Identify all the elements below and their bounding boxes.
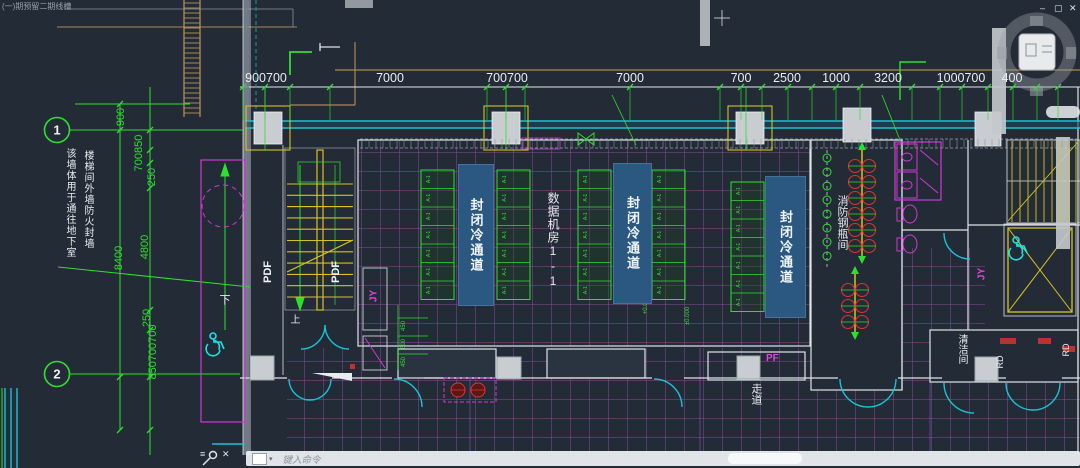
dim-top: 3200: [874, 71, 902, 85]
dim-top: 400: [1002, 71, 1023, 85]
rack-cell-label: A-1: [657, 194, 663, 202]
rack-cell-label: A-1: [657, 175, 663, 183]
dim-top: 700700: [486, 71, 528, 85]
rack-cell-label: A-1: [657, 286, 663, 294]
wall-note-line1: 该墙体用于通往地下室: [62, 148, 77, 258]
dim-left: 700850: [133, 135, 145, 172]
cold-aisle-banner: 封闭冷通道: [765, 176, 806, 318]
rack-cell-label: A-1: [502, 249, 508, 257]
dim-top: 2500: [773, 71, 801, 85]
drawing-canvas: A-1 A-1 A-1 A-1 A-1 A-1 A-1 A-1 A-1 A-1 A-1 A-1 A-1 A…: [0, 0, 1080, 468]
cold-aisle-label: 封闭冷通道: [467, 198, 486, 273]
rack-cell-label: A-1: [426, 231, 432, 239]
dim-top: 900700: [245, 71, 287, 85]
rack-cell-label: A-1: [502, 231, 508, 239]
rack-cell-label: A-1: [736, 243, 742, 251]
down-label: 下: [216, 294, 232, 305]
rack-cell-label: A-1: [426, 286, 432, 294]
rack-cell-label: A-1: [502, 268, 508, 276]
dim-small: 450: [401, 357, 407, 367]
clean-room-label: 清洁间: [954, 334, 969, 364]
rack-cell-label: A-1: [426, 249, 432, 257]
restore-button[interactable]: ▢: [1054, 3, 1063, 14]
command-close-icon[interactable]: ✕: [222, 450, 230, 459]
grid-bubble-1: 1: [53, 123, 60, 138]
cold-aisle-banner: 封闭冷通道: [613, 163, 652, 304]
rack-cell-label: A-1: [502, 212, 508, 220]
command-bar-highlight: [728, 453, 802, 464]
rack-cell-label: A-1: [736, 280, 742, 288]
dim-small: 600: [401, 339, 407, 349]
dim-left: 8400: [113, 246, 125, 270]
dim-top: 700: [731, 71, 752, 85]
rack-cell-label: A-1: [736, 224, 742, 232]
rack-cell-label: A-1: [583, 194, 589, 202]
level-marker: ±0.000: [685, 307, 691, 325]
rack-cell-label: A-1: [502, 175, 508, 183]
curtain-wall: [245, 0, 1080, 128]
cold-aisle-label: 封闭冷通道: [776, 210, 795, 285]
jy-tag: JY: [977, 268, 988, 280]
rack-cell-label: A-1: [426, 194, 432, 202]
rack-cell-label: A-1: [736, 206, 742, 214]
dim-left: 4800: [139, 235, 151, 259]
rack-cell-label: A-1: [583, 286, 589, 294]
cold-aisle-banner: 封闭冷通道: [458, 164, 494, 306]
dim-top: 1000: [822, 71, 850, 85]
rack-cell-label: A-1: [502, 194, 508, 202]
rd-tag: RD: [995, 356, 1005, 369]
dim-top: 7000: [376, 71, 404, 85]
rack-cell-label: A-1: [736, 187, 742, 195]
dim-left: 250: [146, 168, 158, 186]
data-room-label: 数据机房1-1: [545, 192, 562, 289]
wall-note-line2: 楼梯间外墙防火封墙: [80, 150, 95, 249]
rd-tag: RD: [1061, 344, 1071, 357]
note-leader: [64, 9, 293, 27]
rack-cell-label: A-1: [657, 249, 663, 257]
cold-aisle-label: 封闭冷通道: [623, 196, 642, 271]
rack-cell-label: A-1: [583, 212, 589, 220]
rack-cell-label: A-1: [583, 268, 589, 276]
jy-tag: JY: [369, 290, 380, 302]
chevron-down-icon[interactable]: ▾: [269, 455, 273, 463]
pf-tag: PF: [766, 354, 779, 364]
command-bar[interactable]: ▾ 键入命令: [246, 451, 1080, 466]
rack-cell-label: A-1: [502, 286, 508, 294]
command-list-icon[interactable]: ≡: [200, 450, 205, 459]
rack-cell-label: A-1: [583, 231, 589, 239]
dim-left: 900: [115, 108, 127, 126]
phase-walls: [57, 27, 1080, 105]
cad-viewport[interactable]: A-1 A-1 A-1 A-1 A-1 A-1 A-1 A-1 A-1 A-1 A-1 A-1 A-1 A…: [0, 0, 1080, 468]
rack-cell-label: A-1: [426, 268, 432, 276]
minimize-button[interactable]: –: [1040, 3, 1045, 13]
rack-cell-label: A-1: [426, 212, 432, 220]
fire-bottle-room-label: 消防钢瓶间: [834, 195, 850, 250]
rack-cell-label: A-1: [657, 212, 663, 220]
grid-bubble-2: 2: [53, 367, 60, 382]
rack-cell-label: A-1: [583, 249, 589, 257]
dim-left: 850700700: [147, 324, 159, 379]
rack-cell-label: A-1: [736, 298, 742, 306]
dim-small: 450: [401, 321, 407, 331]
dim-top: 7000: [616, 71, 644, 85]
rack-cell-label: A-1: [657, 231, 663, 239]
pdf-label: PDF: [330, 261, 342, 283]
up-label: 上: [286, 314, 301, 324]
command-prompt-icon[interactable]: [252, 453, 267, 465]
rack-cell-label: A-1: [583, 175, 589, 183]
close-button[interactable]: ✕: [1069, 3, 1077, 14]
dim-top: 1000700: [937, 71, 986, 85]
rack-cell-label: A-1: [426, 175, 432, 183]
rack-cell-label: A-1: [736, 261, 742, 269]
corridor-label: 走道: [748, 383, 764, 405]
pdf-label: PDF: [262, 261, 274, 283]
top-note: (一)期预留二期线槽: [2, 3, 71, 11]
command-input[interactable]: 键入命令: [283, 452, 321, 466]
rack-cell-label: A-1: [657, 268, 663, 276]
